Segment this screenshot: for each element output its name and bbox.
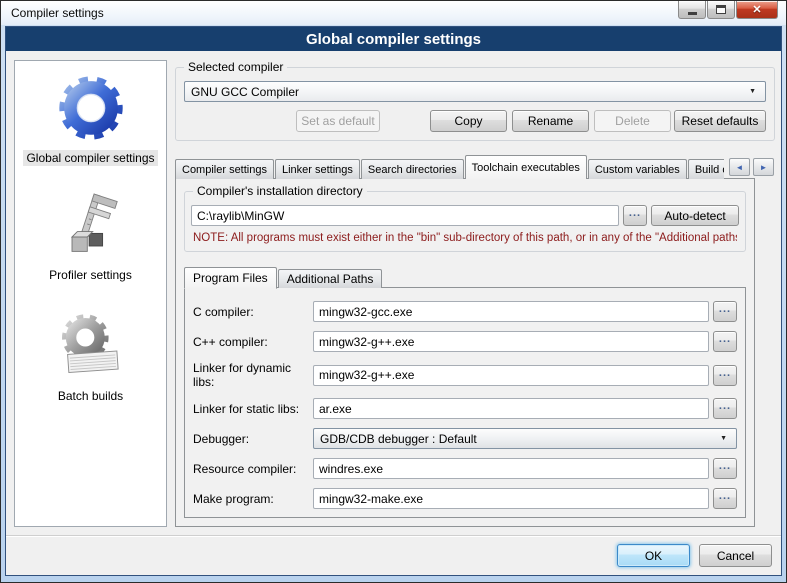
dialog-footer: OK Cancel — [6, 535, 781, 575]
close-button[interactable]: ✕ — [736, 1, 778, 19]
installation-directory-row: ... Auto-detect — [191, 205, 739, 226]
close-icon: ✕ — [752, 3, 761, 16]
installation-directory-group: Compiler's installation directory ... Au… — [184, 191, 746, 252]
dialog-body: Global compiler settings — [5, 26, 782, 576]
field-row-dynamic-linker: Linker for dynamic libs: ... — [193, 361, 737, 389]
tab-toolchain-executables[interactable]: Toolchain executables — [465, 155, 587, 179]
tab-scroll-buttons: ◄ ► — [729, 158, 774, 176]
selected-compiler-value: GNU GCC Compiler — [191, 85, 299, 99]
field-label: Linker for dynamic libs: — [193, 361, 313, 389]
field-label: Debugger: — [193, 432, 313, 446]
installation-note: NOTE: All programs must exist either in … — [193, 232, 737, 244]
sidebar-item-global-compiler-settings[interactable]: Global compiler settings — [23, 67, 157, 166]
cancel-button[interactable]: Cancel — [699, 544, 772, 567]
reset-defaults-button[interactable]: Reset defaults — [674, 110, 766, 132]
arrow-left-icon: ◄ — [736, 163, 744, 172]
copy-button[interactable]: Copy — [430, 110, 507, 132]
field-row-static-linker: Linker for static libs: ... — [193, 398, 737, 419]
make-program-browse-button[interactable]: ... — [713, 488, 737, 509]
set-as-default-button[interactable]: Set as default — [296, 110, 380, 132]
rename-button[interactable]: Rename — [512, 110, 589, 132]
sidebar-item-label: Batch builds — [55, 388, 126, 404]
subtab-additional-paths[interactable]: Additional Paths — [278, 269, 383, 288]
page-title: Global compiler settings — [306, 31, 481, 48]
dynamic-linker-input[interactable] — [313, 365, 709, 386]
tab-linker-settings[interactable]: Linker settings — [275, 159, 360, 179]
tabs-scroll-area: Compiler settings Linker settings Search… — [175, 154, 724, 179]
delete-button[interactable]: Delete — [594, 110, 671, 132]
profiler-caliper-icon — [53, 192, 127, 264]
programs-notebook: Program Files Additional Paths C compile… — [184, 266, 746, 518]
titlebar[interactable]: Compiler settings — [1, 1, 786, 25]
static-linker-browse-button[interactable]: ... — [713, 398, 737, 419]
toolchain-executables-panel: Compiler's installation directory ... Au… — [175, 178, 755, 527]
field-row-cpp-compiler: C++ compiler: ... — [193, 331, 737, 352]
installation-directory-browse-button[interactable]: ... — [623, 205, 647, 226]
chevron-down-icon: ▼ — [720, 435, 727, 442]
program-files-panel: C compiler: ... C++ compiler: ... Linker — [184, 287, 746, 518]
static-linker-input[interactable] — [313, 398, 709, 419]
field-label: C compiler: — [193, 305, 313, 319]
batch-builds-icon — [52, 309, 130, 385]
selected-compiler-group: Selected compiler GNU GCC Compiler ▼ Set… — [175, 67, 775, 141]
main-tabstrip: Compiler settings Linker settings Search… — [175, 154, 775, 179]
subtab-program-files[interactable]: Program Files — [184, 267, 277, 289]
programs-tabstrip: Program Files Additional Paths — [184, 266, 746, 288]
dynamic-linker-browse-button[interactable]: ... — [713, 365, 737, 386]
minimize-icon — [688, 12, 697, 15]
window-controls: ✕ — [678, 1, 778, 19]
resource-compiler-browse-button[interactable]: ... — [713, 458, 737, 479]
resource-compiler-input[interactable] — [313, 458, 709, 479]
settings-sidebar: Global compiler settings — [14, 60, 167, 527]
field-label: Make program: — [193, 492, 313, 506]
field-row-c-compiler: C compiler: ... — [193, 301, 737, 322]
arrow-right-icon: ► — [760, 163, 768, 172]
cpp-compiler-browse-button[interactable]: ... — [713, 331, 737, 352]
dialog-header: Global compiler settings — [6, 27, 781, 51]
field-row-resource-compiler: Resource compiler: ... — [193, 458, 737, 479]
tab-scroll-left-button[interactable]: ◄ — [729, 158, 750, 176]
field-label: C++ compiler: — [193, 335, 313, 349]
chevron-down-icon: ▼ — [749, 88, 756, 95]
sidebar-item-batch-builds[interactable]: Batch builds — [52, 309, 130, 404]
tab-compiler-settings[interactable]: Compiler settings — [175, 159, 274, 179]
maximize-button[interactable] — [707, 1, 735, 19]
tab-scroll-right-button[interactable]: ► — [753, 158, 774, 176]
field-row-debugger: Debugger: GDB/CDB debugger : Default ▼ — [193, 428, 737, 449]
compiler-gear-icon — [52, 67, 130, 147]
field-label: Resource compiler: — [193, 462, 313, 476]
c-compiler-input[interactable] — [313, 301, 709, 322]
selected-compiler-dropdown[interactable]: GNU GCC Compiler ▼ — [184, 81, 766, 102]
sidebar-item-profiler-settings[interactable]: Profiler settings — [46, 192, 135, 283]
selected-compiler-group-label: Selected compiler — [184, 60, 287, 74]
tab-search-directories[interactable]: Search directories — [361, 159, 464, 179]
maximize-icon — [716, 5, 726, 14]
debugger-dropdown[interactable]: GDB/CDB debugger : Default ▼ — [313, 428, 737, 449]
field-label: Linker for static libs: — [193, 402, 313, 416]
tab-custom-variables[interactable]: Custom variables — [588, 159, 687, 179]
compiler-settings-window: Compiler settings ✕ Global compiler sett… — [0, 0, 787, 583]
installation-directory-input[interactable] — [191, 205, 619, 226]
sidebar-item-label: Profiler settings — [46, 267, 135, 283]
debugger-value: GDB/CDB debugger : Default — [320, 432, 477, 446]
c-compiler-browse-button[interactable]: ... — [713, 301, 737, 322]
compiler-buttons-row: Set as default Copy Rename Delete Reset … — [184, 110, 766, 132]
window-title: Compiler settings — [11, 6, 104, 20]
sidebar-item-label: Global compiler settings — [23, 150, 157, 166]
field-row-make-program: Make program: ... — [193, 488, 737, 509]
auto-detect-button[interactable]: Auto-detect — [651, 205, 739, 226]
minimize-button[interactable] — [678, 1, 706, 19]
installation-directory-group-label: Compiler's installation directory — [193, 184, 367, 198]
cpp-compiler-input[interactable] — [313, 331, 709, 352]
main-panel: Selected compiler GNU GCC Compiler ▼ Set… — [175, 60, 775, 527]
dialog-content: Global compiler settings — [6, 51, 781, 527]
ok-button[interactable]: OK — [617, 544, 690, 567]
tab-build-options[interactable]: Build options — [688, 159, 724, 179]
make-program-input[interactable] — [313, 488, 709, 509]
